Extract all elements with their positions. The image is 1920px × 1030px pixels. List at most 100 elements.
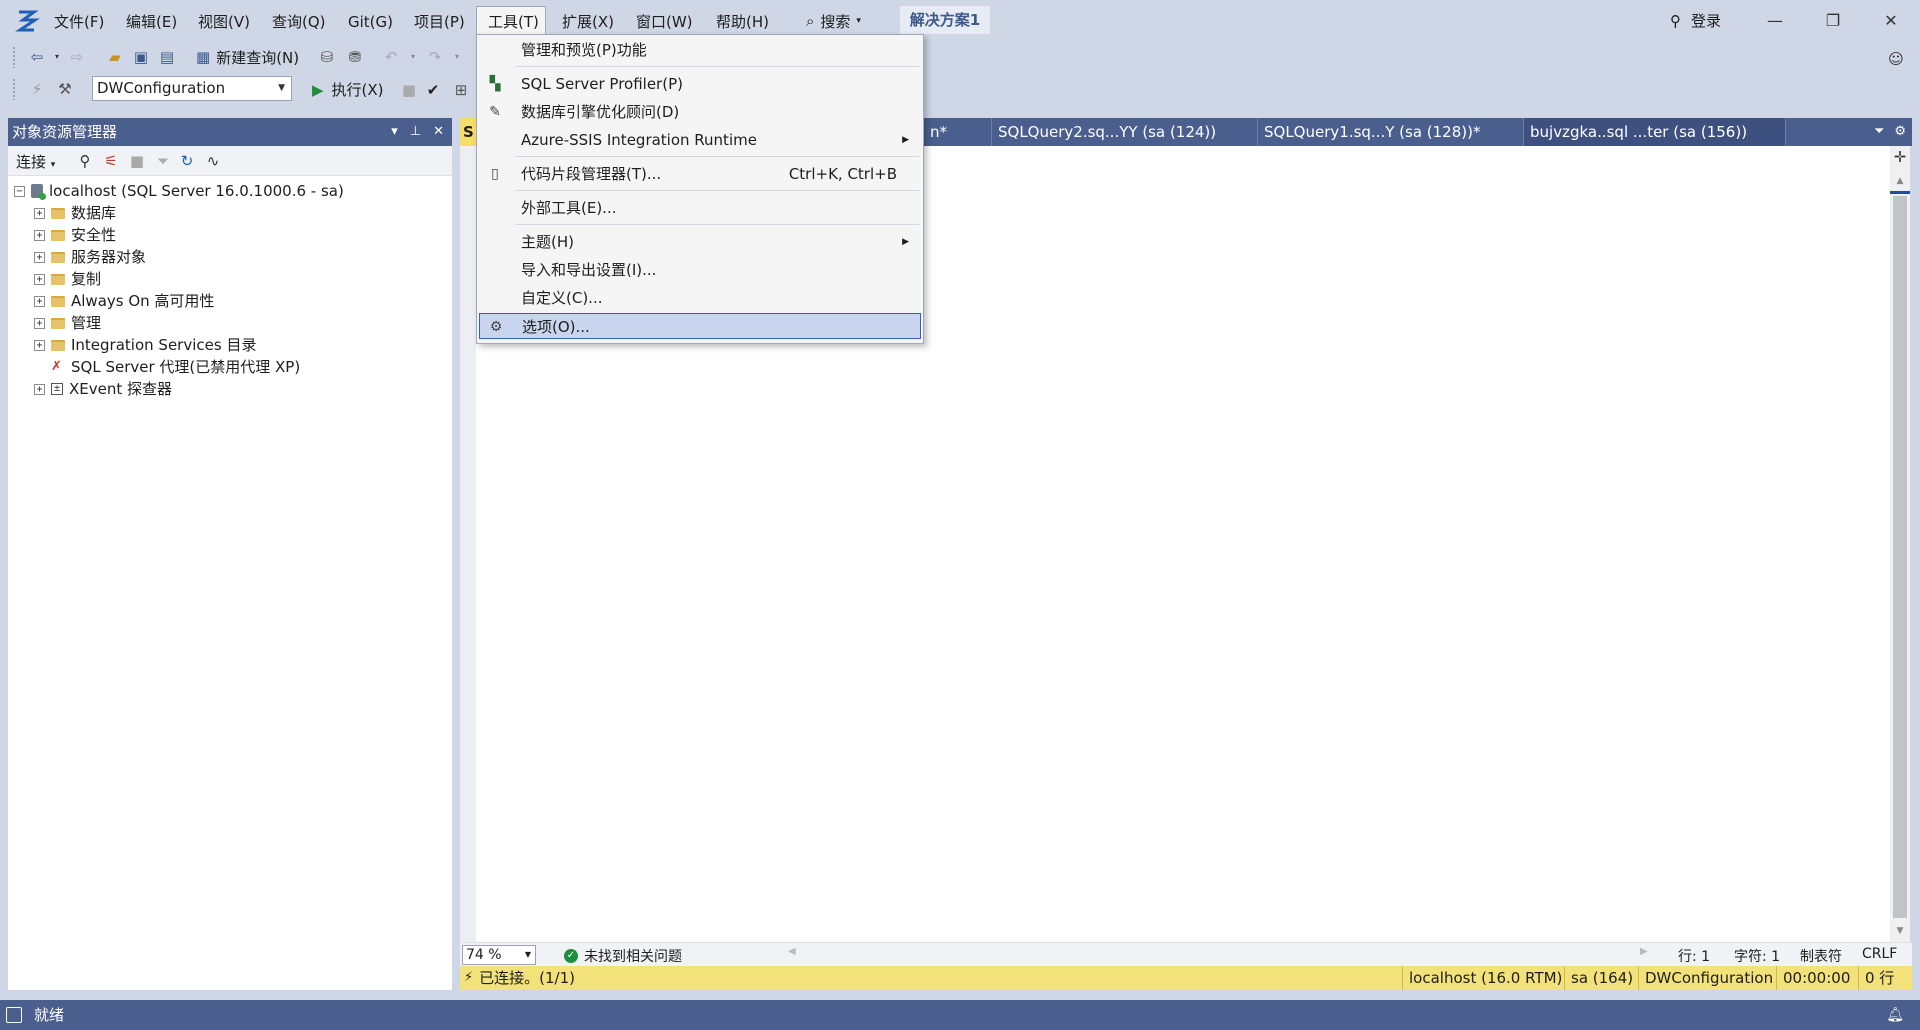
menu-extensions[interactable]: 扩展(X) — [562, 12, 614, 32]
zoom-select[interactable]: 74 % ▼ — [462, 945, 536, 965]
window-position-icon[interactable]: ▾ — [391, 118, 398, 146]
tree-node-server[interactable]: − localhost (SQL Server 16.0.1000.6 - sa… — [14, 180, 344, 202]
tab-sqlquery1[interactable]: SQLQuery1.sq...Y (sa (128))* — [1258, 118, 1524, 146]
back-dropdown-icon[interactable]: ▾ — [46, 46, 68, 68]
database-select[interactable]: DWConfiguration ▼ — [92, 76, 292, 101]
open-file-icon[interactable]: ▰ — [104, 46, 126, 68]
scroll-left-icon[interactable]: ◀ — [788, 946, 796, 957]
split-editor-icon[interactable]: ✛ — [1890, 148, 1910, 170]
menu-query[interactable]: 查询(Q) — [272, 12, 326, 32]
menu-item-tuning-advisor[interactable]: ✎ 数据库引擎优化顾问(D) — [479, 99, 921, 125]
gear-icon[interactable]: ⚙ — [1894, 118, 1906, 146]
expand-icon[interactable]: + — [34, 317, 45, 329]
menu-git[interactable]: Git(G) — [348, 12, 393, 32]
tree-node-integration-services[interactable]: + Integration Services 目录 — [34, 334, 256, 356]
output-window-icon[interactable] — [6, 1007, 22, 1023]
tree-node-label: 管理 — [71, 314, 102, 332]
forward-icon[interactable]: ⇨ — [66, 46, 88, 68]
parse-check-icon[interactable]: ✔ — [422, 79, 444, 101]
tree-node-replication[interactable]: + 复制 — [34, 268, 101, 290]
login-button[interactable]: ⚲ 登录 — [1670, 10, 1721, 31]
redo-icon[interactable]: ↷ — [424, 46, 446, 68]
connect-plug-icon[interactable]: ⚲ — [74, 150, 96, 172]
tab-active[interactable]: S — [460, 118, 476, 146]
connect-button[interactable]: 连接 ▾ — [16, 151, 55, 172]
restore-button[interactable]: ❐ — [1818, 8, 1848, 34]
menu-help[interactable]: 帮助(H) — [716, 12, 769, 32]
expand-icon[interactable]: + — [34, 273, 45, 285]
menu-project[interactable]: 项目(P) — [414, 12, 465, 32]
tab-partial[interactable]: n* — [924, 118, 992, 146]
eol-indicator[interactable]: CRLF — [1862, 946, 1897, 962]
new-query-button[interactable]: ▦ 新建查询(N) — [196, 46, 299, 68]
tab-bujvzgka[interactable]: bujvzgka..sql ...ter (sa (156)) — [1524, 118, 1786, 146]
vertical-scroll-thumb[interactable] — [1893, 196, 1907, 918]
scroll-up-icon[interactable]: ▲ — [1890, 176, 1910, 190]
tab-sqlquery2[interactable]: SQLQuery2.sq...YY (sa (124)) — [992, 118, 1258, 146]
menu-window[interactable]: 窗口(W) — [636, 12, 693, 32]
tree-node-server-objects[interactable]: + 服务器对象 — [34, 246, 146, 268]
execute-button[interactable]: ▶ 执行(X) — [312, 79, 384, 100]
close-button[interactable]: ✕ — [1876, 8, 1906, 34]
db-query-icon[interactable]: ⛁ — [316, 46, 338, 68]
feedback-icon[interactable]: ☺ — [1884, 50, 1908, 72]
tab-mode-indicator[interactable]: 制表符 — [1800, 946, 1842, 966]
execution-plan-icon[interactable]: ⊞ — [450, 79, 472, 101]
tree-node-management[interactable]: + 管理 — [34, 312, 101, 334]
tree-node-always-on[interactable]: + Always On 高可用性 — [34, 290, 214, 312]
expand-icon[interactable]: + — [34, 207, 45, 219]
tree-node-xevent-profiler[interactable]: + ± XEvent 探查器 — [34, 378, 172, 400]
disconnect-icon[interactable]: ⚟ — [100, 150, 122, 172]
notifications-bell-icon[interactable]: 🔔︎ — [1886, 1000, 1904, 1030]
refresh-icon[interactable]: ↻ — [176, 150, 198, 172]
menu-item-label: Azure-SSIS Integration Runtime — [521, 131, 757, 149]
menu-view[interactable]: 视图(V) — [198, 12, 250, 32]
connect-plug-icon[interactable]: ⚡ — [26, 78, 48, 100]
collapse-icon[interactable]: − — [14, 185, 25, 197]
stop-icon[interactable]: ■ — [398, 79, 420, 101]
tree-node-sql-agent[interactable]: ✗ SQL Server 代理(已禁用代理 XP) — [51, 356, 300, 378]
undo-icon[interactable]: ↶ — [380, 46, 402, 68]
menu-item-import-export-settings[interactable]: 导入和导出设置(I)... — [479, 257, 921, 283]
save-all-icon[interactable]: ▤ — [156, 46, 178, 68]
minimize-button[interactable]: — — [1760, 8, 1790, 34]
menu-edit[interactable]: 编辑(E) — [126, 12, 177, 32]
back-icon[interactable]: ⇦ — [26, 46, 48, 68]
expand-icon[interactable]: + — [34, 295, 45, 307]
close-icon[interactable]: ✕ — [433, 118, 444, 146]
expand-icon[interactable]: + — [34, 383, 45, 395]
menu-item-snippet-manager[interactable]: ▯ 代码片段管理器(T)... Ctrl+K, Ctrl+B — [479, 161, 921, 187]
tree-node-security[interactable]: + 安全性 — [34, 224, 116, 246]
issues-indicator[interactable]: ✓ 未找到相关问题 — [564, 946, 682, 966]
stop-icon[interactable]: ■ — [126, 150, 148, 172]
menu-item-external-tools[interactable]: 外部工具(E)... — [479, 195, 921, 221]
expand-icon[interactable]: + — [34, 339, 45, 351]
redo-dropdown-icon[interactable]: ▾ — [446, 46, 468, 68]
scroll-down-icon[interactable]: ▼ — [1890, 926, 1910, 940]
toolbar-grip[interactable] — [12, 78, 16, 100]
menu-item-theme[interactable]: 主题(H) ▶ — [479, 229, 921, 255]
menu-item-azure-ssis[interactable]: Azure-SSIS Integration Runtime ▶ — [479, 127, 921, 153]
menu-file[interactable]: 文件(F) — [54, 12, 104, 32]
toolbar-grip[interactable] — [12, 46, 16, 68]
save-icon[interactable]: ▣ — [130, 46, 152, 68]
menu-item-sql-server-profiler[interactable]: ▚ SQL Server Profiler(P) — [479, 71, 921, 97]
tab-list-dropdown-icon[interactable]: ⏷ — [1874, 118, 1884, 146]
filter-icon[interactable]: ⏷ — [152, 150, 174, 172]
change-connection-icon[interactable]: ⚒ — [54, 78, 76, 100]
expand-icon[interactable]: + — [34, 229, 45, 241]
folder-icon — [51, 273, 65, 285]
undo-dropdown-icon[interactable]: ▾ — [402, 46, 424, 68]
menu-item-options[interactable]: ⚙ 选项(O)... — [479, 313, 921, 339]
tree-node-databases[interactable]: + 数据库 — [34, 202, 116, 224]
activity-monitor-icon[interactable]: ∿ — [202, 150, 224, 172]
tree-node-label: localhost (SQL Server 16.0.1000.6 - sa) — [49, 182, 344, 200]
scroll-right-icon[interactable]: ▶ — [1640, 946, 1648, 957]
pin-icon[interactable]: ⊥ — [410, 118, 421, 146]
dax-query-icon[interactable]: ⛃ — [344, 46, 366, 68]
search-button[interactable]: ⌕ 搜索 ▾ — [800, 8, 886, 34]
menu-tools[interactable]: 工具(T) — [488, 12, 539, 32]
menu-item-manage-preview-features[interactable]: 管理和预览(P)功能 — [479, 37, 921, 63]
expand-icon[interactable]: + — [34, 251, 45, 263]
menu-item-customize[interactable]: 自定义(C)... — [479, 285, 921, 311]
